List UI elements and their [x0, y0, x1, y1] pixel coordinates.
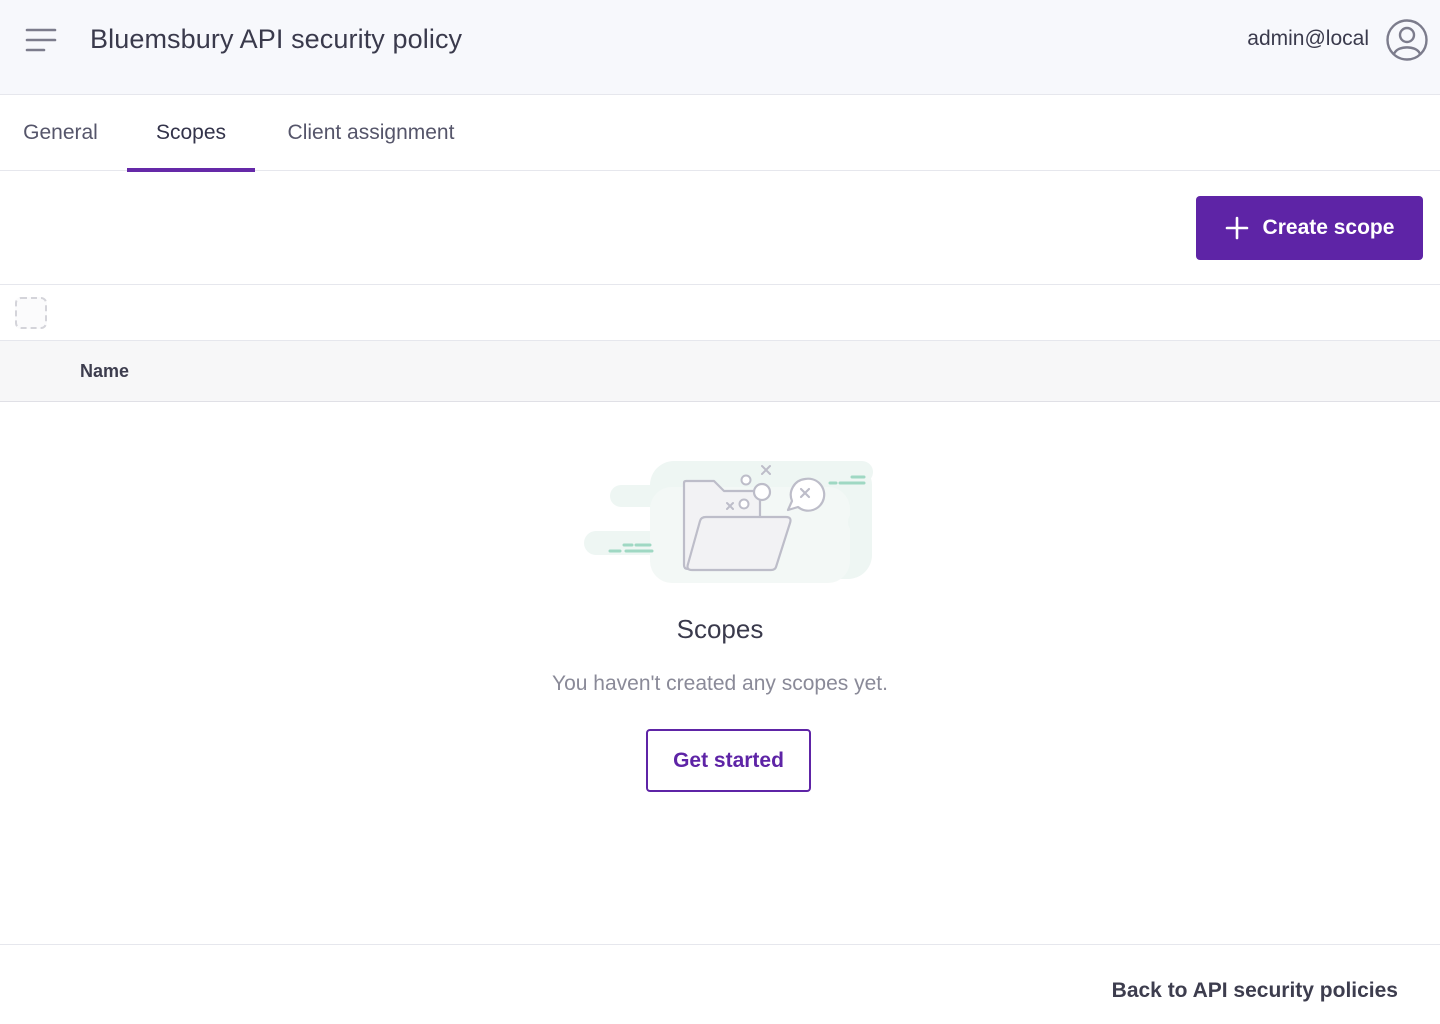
top-bar: Bluemsbury API security policy admin@loc…	[0, 0, 1440, 95]
select-all-checkbox[interactable]	[15, 297, 47, 329]
plus-icon	[1225, 216, 1248, 240]
user-circle-icon	[1386, 19, 1428, 61]
back-to-policies-link[interactable]: Back to API security policies	[1112, 976, 1398, 1006]
page-title: Bluemsbury API security policy	[90, 24, 463, 54]
create-scope-label: Create scope	[1262, 216, 1395, 239]
table-header: Name	[0, 341, 1440, 402]
menu-icon	[25, 28, 57, 52]
tab-scopes[interactable]: Scopes	[127, 95, 255, 172]
empty-state: Scopes You haven't created any scopes ye…	[0, 402, 1440, 945]
user-name: admin@local	[1247, 27, 1369, 50]
tab-bar: General Scopes Client assignment	[0, 95, 1440, 172]
tab-client-assignment[interactable]: Client assignment	[262, 95, 480, 171]
batch-actions-row	[0, 285, 1440, 341]
avatar[interactable]	[1385, 18, 1429, 62]
tab-general[interactable]: General	[0, 95, 121, 171]
column-header-name[interactable]: Name	[80, 341, 129, 402]
empty-state-message: You haven't created any scopes yet.	[552, 672, 888, 695]
get-started-button[interactable]: Get started	[646, 729, 811, 792]
empty-folder-illustration	[584, 461, 873, 583]
create-scope-button[interactable]: Create scope	[1196, 196, 1423, 260]
menu-button[interactable]	[20, 22, 62, 58]
empty-state-title: Scopes	[676, 614, 764, 644]
toolbar: Create scope	[0, 171, 1440, 285]
page: Bluemsbury API security policy admin@loc…	[0, 0, 1440, 1024]
